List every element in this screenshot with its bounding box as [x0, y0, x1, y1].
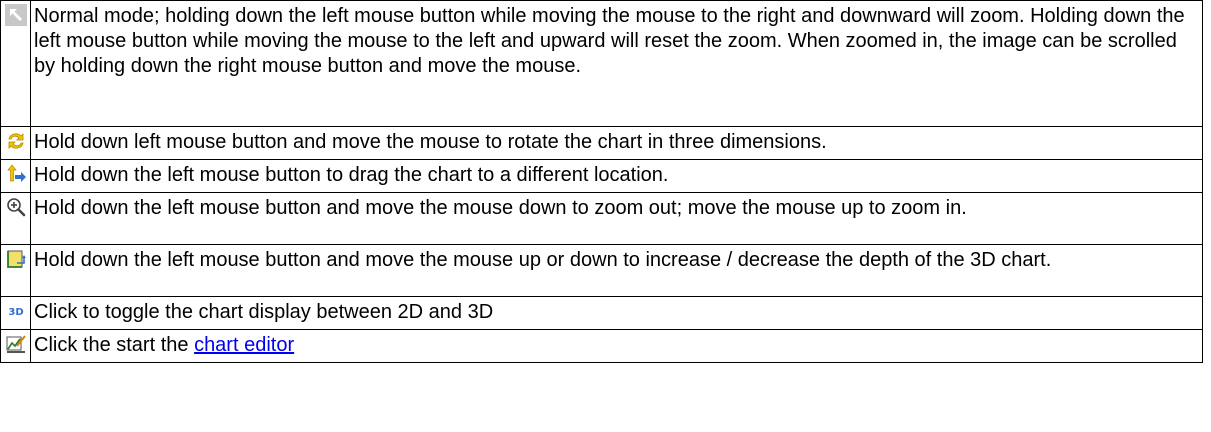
normal-mode-description: Normal mode; holding down the left mouse… [34, 5, 1185, 77]
table-row: Hold down the left mouse button to drag … [0, 159, 1203, 193]
description-cell: Normal mode; holding down the left mouse… [30, 0, 1203, 127]
move-icon [5, 163, 27, 185]
description-cell: Hold down the left mouse button to drag … [30, 159, 1203, 193]
description-cell: Hold down the left mouse button and move… [30, 244, 1203, 297]
toolbar-help-table: Normal mode; holding down the left mouse… [0, 0, 1203, 363]
description-cell: Hold down the left mouse button and move… [30, 192, 1203, 245]
rotate-icon [5, 130, 27, 152]
toggle-3d-icon: 3D [5, 300, 27, 322]
chart-editor-link[interactable]: chart editor [194, 334, 294, 356]
icon-cell: 3D [0, 296, 31, 330]
table-row: Hold down left mouse button and move the… [0, 126, 1203, 160]
icon-cell [0, 244, 31, 297]
depth-icon [5, 248, 27, 270]
depth-description: Hold down the left mouse button and move… [34, 249, 1052, 271]
pointer-arrow-icon [4, 4, 27, 26]
toggle-3d-icon-label: 3D [8, 307, 23, 318]
chart-editor-text: Click the start the [34, 334, 195, 356]
description-cell: Click to toggle the chart display betwee… [30, 296, 1203, 330]
move-description: Hold down the left mouse button to drag … [34, 164, 669, 186]
table-row: Hold down the left mouse button and move… [0, 244, 1203, 297]
chart-editor-description: Click the start the chart editor [34, 330, 1192, 358]
zoom-description: Hold down the left mouse button and move… [34, 197, 967, 219]
table-row: Normal mode; holding down the left mouse… [0, 0, 1203, 127]
chart-editor-icon [5, 333, 27, 355]
table-row: Hold down the left mouse button and move… [0, 192, 1203, 245]
icon-cell [0, 329, 31, 363]
zoom-icon [5, 196, 27, 218]
icon-cell [0, 159, 31, 193]
table-row: 3D Click to toggle the chart display bet… [0, 296, 1203, 330]
icon-cell [0, 0, 31, 127]
description-cell: Hold down left mouse button and move the… [30, 126, 1203, 160]
table-row: Click the start the chart editor [0, 329, 1203, 363]
icon-cell [0, 126, 31, 160]
toggle-3d-description: Click to toggle the chart display betwee… [34, 301, 494, 323]
icon-cell [0, 192, 31, 245]
description-cell: Click the start the chart editor [30, 329, 1203, 363]
rotate-description: Hold down left mouse button and move the… [34, 131, 827, 153]
